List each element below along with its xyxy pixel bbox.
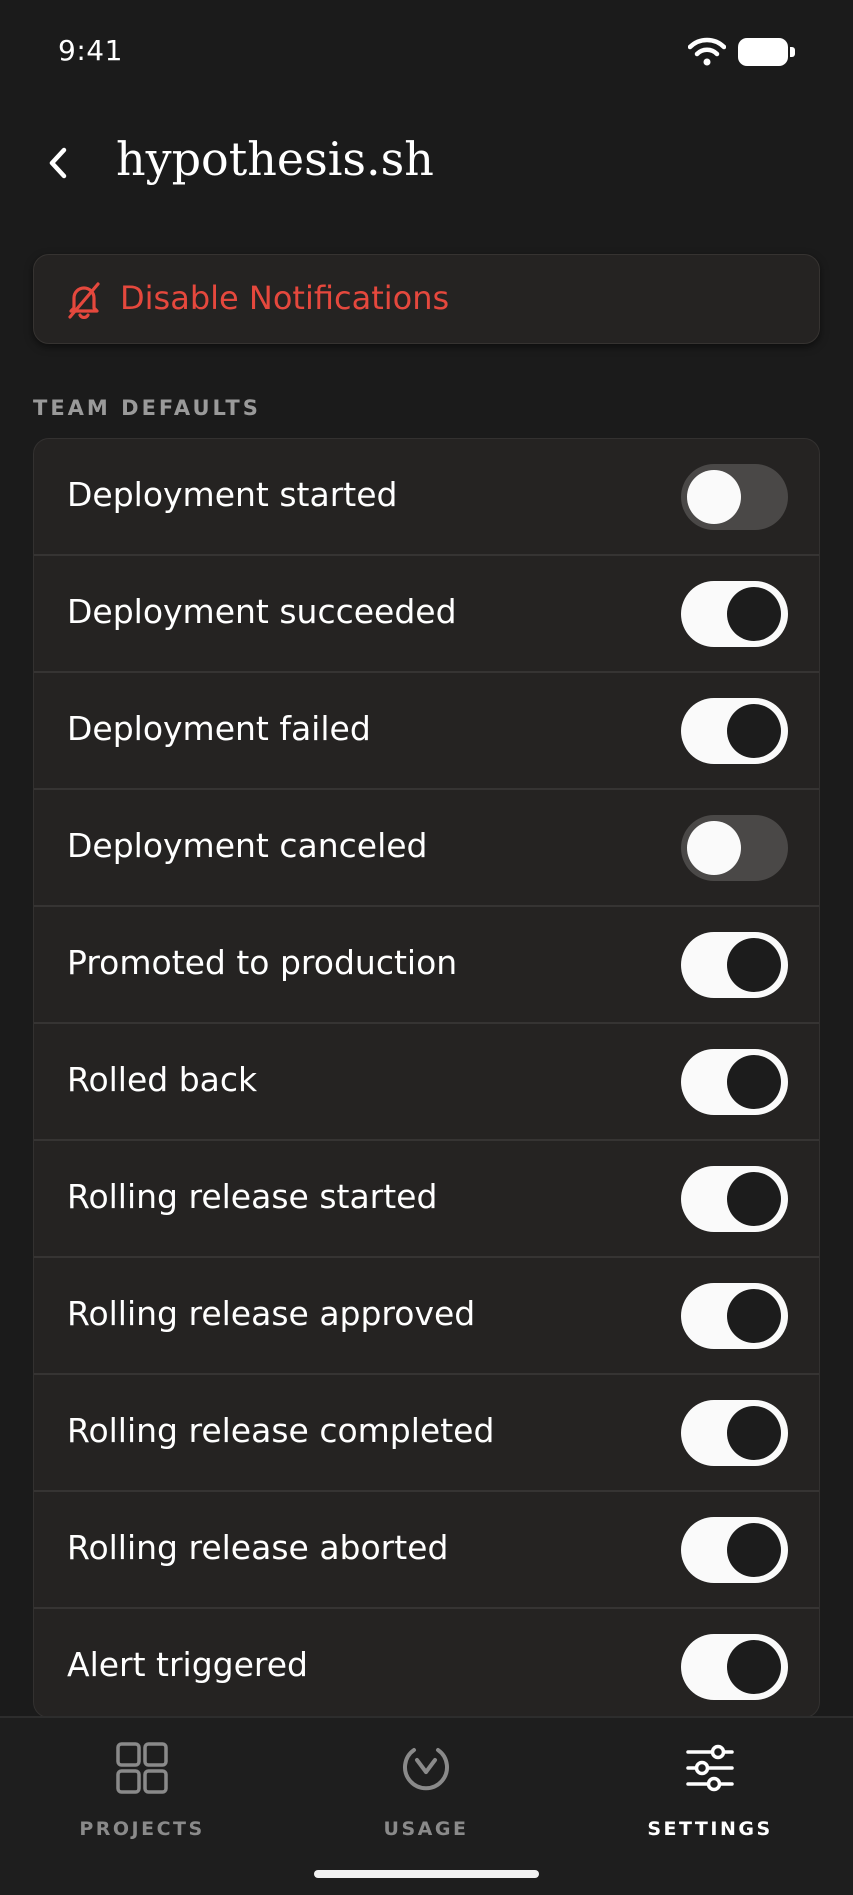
toggle-switch[interactable] (681, 1517, 788, 1583)
toggle-knob (727, 1055, 781, 1109)
wifi-icon (688, 37, 726, 66)
grid-icon (116, 1742, 168, 1794)
disable-notifications-button[interactable]: Disable Notifications (33, 254, 820, 344)
tab-label: USAGE (383, 1818, 469, 1840)
toggle-row-rolling-release-started: Rolling release started (34, 1141, 819, 1258)
toggle-label: Rolling release aborted (67, 1528, 449, 1567)
status-time: 9:41 (58, 34, 123, 67)
toggle-switch[interactable] (681, 815, 788, 881)
gauge-icon (403, 1748, 449, 1791)
toggle-label: Deployment succeeded (67, 592, 457, 631)
toggle-switch[interactable] (681, 932, 788, 998)
toggle-row-deployment-started: Deployment started (34, 439, 819, 556)
toggle-row-deployment-canceled: Deployment canceled (34, 790, 819, 907)
bell-off-icon (68, 282, 100, 319)
section-header-team-defaults: TEAM DEFAULTS (33, 396, 261, 420)
notification-toggle-list: Deployment started Deployment succeeded … (33, 438, 820, 1718)
toggle-switch[interactable] (681, 698, 788, 764)
sliders-icon (686, 1744, 734, 1792)
toggle-row-promoted-to-production: Promoted to production (34, 907, 819, 1024)
home-indicator[interactable] (314, 1870, 539, 1878)
toggle-label: Rolled back (67, 1060, 258, 1099)
tab-projects[interactable]: PROJECTS (42, 1738, 242, 1840)
toggle-switch[interactable] (681, 1283, 788, 1349)
tab-usage[interactable]: USAGE (326, 1738, 526, 1840)
toggle-label: Rolling release completed (67, 1411, 495, 1450)
toggle-switch[interactable] (681, 464, 788, 530)
tab-settings[interactable]: SETTINGS (610, 1738, 810, 1840)
toggle-knob (727, 704, 781, 758)
bottom-tab-bar: PROJECTS USAGE SETTINGS (0, 1716, 853, 1895)
battery-icon (738, 38, 795, 66)
back-chevron-icon[interactable] (40, 142, 78, 184)
toggle-label: Rolling release started (67, 1177, 438, 1216)
toggle-row-deployment-succeeded: Deployment succeeded (34, 556, 819, 673)
toggle-knob (727, 1289, 781, 1343)
toggle-switch[interactable] (681, 1049, 788, 1115)
toggle-knob (727, 1640, 781, 1694)
page-title: hypothesis.sh (116, 132, 434, 186)
toggle-switch[interactable] (681, 581, 788, 647)
toggle-row-rolling-release-aborted: Rolling release aborted (34, 1492, 819, 1609)
toggle-label: Alert triggered (67, 1645, 309, 1684)
toggle-knob (727, 1172, 781, 1226)
tab-label: PROJECTS (79, 1818, 205, 1840)
toggle-label: Promoted to production (67, 943, 458, 982)
toggle-knob (727, 587, 781, 641)
toggle-knob (727, 938, 781, 992)
toggle-row-deployment-failed: Deployment failed (34, 673, 819, 790)
toggle-knob (687, 470, 741, 524)
tab-label: SETTINGS (647, 1818, 773, 1840)
status-bar: 9:41 (0, 0, 853, 100)
toggle-switch[interactable] (681, 1400, 788, 1466)
toggle-label: Deployment started (67, 475, 398, 514)
disable-notifications-label: Disable Notifications (120, 279, 450, 317)
toggle-label: Rolling release approved (67, 1294, 476, 1333)
toggle-knob (727, 1523, 781, 1577)
toggle-row-alert-triggered: Alert triggered (34, 1609, 819, 1717)
toggle-row-rolling-release-approved: Rolling release approved (34, 1258, 819, 1375)
toggle-row-rolled-back: Rolled back (34, 1024, 819, 1141)
toggle-row-rolling-release-completed: Rolling release completed (34, 1375, 819, 1492)
toggle-switch[interactable] (681, 1634, 788, 1700)
toggle-switch[interactable] (681, 1166, 788, 1232)
toggle-label: Deployment failed (67, 709, 371, 748)
toggle-label: Deployment canceled (67, 826, 428, 865)
toggle-knob (727, 1406, 781, 1460)
toggle-knob (687, 821, 741, 875)
header: hypothesis.sh (0, 120, 853, 204)
